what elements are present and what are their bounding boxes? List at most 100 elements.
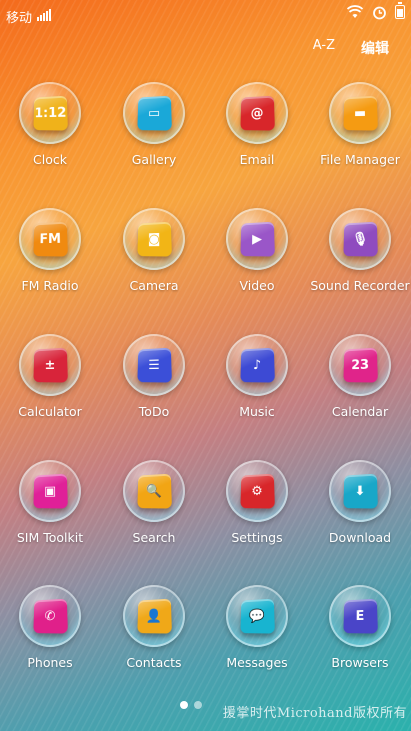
app-search[interactable]: 🔍 Search <box>104 460 204 545</box>
app-label: ToDo <box>138 404 170 419</box>
signal-icon <box>37 9 52 21</box>
status-bar: 移动 <box>0 0 411 30</box>
app-bubble: ♪ <box>226 334 288 396</box>
app-email[interactable]: @ Email <box>207 82 307 167</box>
app-download[interactable]: ⬇ Download <box>310 460 410 545</box>
icon-glyph: ✆ <box>44 608 56 624</box>
icon-glyph: ▣ <box>43 483 57 499</box>
icon-glyph: ▶ <box>252 231 263 247</box>
icon-glyph: 1:12 <box>34 105 67 121</box>
app-file-manager[interactable]: ▬ File Manager <box>310 82 410 167</box>
top-actions: A-Z 编辑 <box>313 38 389 58</box>
app-label: Gallery <box>131 152 177 167</box>
icon-glyph: ▭ <box>147 105 161 121</box>
app-bubble: ▬ <box>329 82 391 144</box>
email-icon: @ <box>240 95 275 131</box>
app-bubble: 1:12 <box>19 82 81 144</box>
app-clock[interactable]: 1:12 Clock <box>0 82 100 167</box>
camera-icon: ◙ <box>137 221 172 257</box>
icon-glyph: ± <box>44 357 56 373</box>
app-bubble: ◙ <box>123 208 185 270</box>
app-sound-recorder[interactable]: 🎙 Sound Recorder <box>310 208 410 293</box>
todo-icon: ☰ <box>137 347 172 383</box>
page-dot-1[interactable] <box>180 701 188 709</box>
app-bubble: ⚙ <box>226 460 288 522</box>
app-settings[interactable]: ⚙ Settings <box>207 460 307 545</box>
app-bubble: ✆ <box>19 585 81 647</box>
app-label: Phones <box>27 655 73 670</box>
app-bubble: 🔍 <box>123 460 185 522</box>
app-label: Contacts <box>126 655 182 670</box>
icon-glyph: ♪ <box>252 357 262 373</box>
app-label: Download <box>328 530 392 545</box>
contacts-icon: 👤 <box>137 598 172 634</box>
icon-glyph: @ <box>250 105 264 121</box>
app-bubble: 23 <box>329 334 391 396</box>
app-calendar[interactable]: 23 Calendar <box>310 334 410 419</box>
battery-icon <box>395 2 405 19</box>
app-video[interactable]: ▶ Video <box>207 208 307 293</box>
icon-glyph: ⚙ <box>251 483 263 499</box>
app-bubble: 🎙 <box>329 208 391 270</box>
wifi-icon <box>347 4 363 20</box>
app-label: Calendar <box>331 404 389 419</box>
app-browsers[interactable]: E Browsers <box>310 585 410 670</box>
icon-glyph: ▬ <box>353 105 367 121</box>
radio-icon: FM <box>33 221 68 257</box>
edit-button[interactable]: 编辑 <box>361 38 389 58</box>
sim-icon: ▣ <box>33 473 68 509</box>
folder-icon: ▬ <box>343 95 378 131</box>
app-bubble: ⬇ <box>329 460 391 522</box>
app-bubble: ☰ <box>123 334 185 396</box>
app-sim-toolkit[interactable]: ▣ SIM Toolkit <box>0 460 100 545</box>
app-label: Video <box>239 278 275 293</box>
gear-icon: ⚙ <box>240 473 275 509</box>
app-gallery[interactable]: ▭ Gallery <box>104 82 204 167</box>
app-bubble: @ <box>226 82 288 144</box>
app-label: Settings <box>231 530 283 545</box>
icon-glyph: FM <box>39 231 62 247</box>
app-todo[interactable]: ☰ ToDo <box>104 334 204 419</box>
download-icon: ⬇ <box>343 473 378 509</box>
video-icon: ▶ <box>240 221 275 257</box>
app-bubble: ▭ <box>123 82 185 144</box>
watermark: 援掌时代Microhand版权所有 <box>222 706 407 721</box>
app-label: Music <box>239 404 275 419</box>
app-bubble: ▶ <box>226 208 288 270</box>
calculator-icon: ± <box>33 347 68 383</box>
page-dot-2[interactable] <box>194 701 202 709</box>
app-messages[interactable]: 💬 Messages <box>207 585 307 670</box>
app-label: Sound Recorder <box>310 278 410 293</box>
app-calculator[interactable]: ± Calculator <box>0 334 100 419</box>
app-label: SIM Toolkit <box>16 530 84 545</box>
app-bubble: FM <box>19 208 81 270</box>
page-indicator <box>180 701 202 709</box>
app-fm-radio[interactable]: FM FM Radio <box>0 208 100 293</box>
app-label: FM Radio <box>21 278 79 293</box>
app-bubble: 👤 <box>123 585 185 647</box>
app-phones[interactable]: ✆ Phones <box>0 585 100 670</box>
app-camera[interactable]: ◙ Camera <box>104 208 204 293</box>
microphone-icon: 🎙 <box>343 221 378 257</box>
clock-icon: 1:12 <box>33 95 68 131</box>
app-bubble: 💬 <box>226 585 288 647</box>
app-contacts[interactable]: 👤 Contacts <box>104 585 204 670</box>
app-music[interactable]: ♪ Music <box>207 334 307 419</box>
app-bubble: ± <box>19 334 81 396</box>
gallery-icon: ▭ <box>137 95 172 131</box>
app-label: Search <box>132 530 176 545</box>
sort-az-button[interactable]: A-Z <box>313 38 335 58</box>
app-bubble: E <box>329 585 391 647</box>
app-label: Camera <box>129 278 179 293</box>
music-icon: ♪ <box>240 347 275 383</box>
browser-icon: E <box>343 598 378 634</box>
icon-glyph: 23 <box>351 357 370 373</box>
icon-glyph: 🔍 <box>146 483 163 499</box>
search-icon: 🔍 <box>137 473 172 509</box>
icon-glyph: 🎙 <box>351 231 369 247</box>
app-label: Clock <box>33 152 67 167</box>
alarm-icon <box>371 4 387 20</box>
app-label: Messages <box>226 655 288 670</box>
icon-glyph: E <box>355 608 365 624</box>
icon-glyph: 💬 <box>249 608 266 624</box>
